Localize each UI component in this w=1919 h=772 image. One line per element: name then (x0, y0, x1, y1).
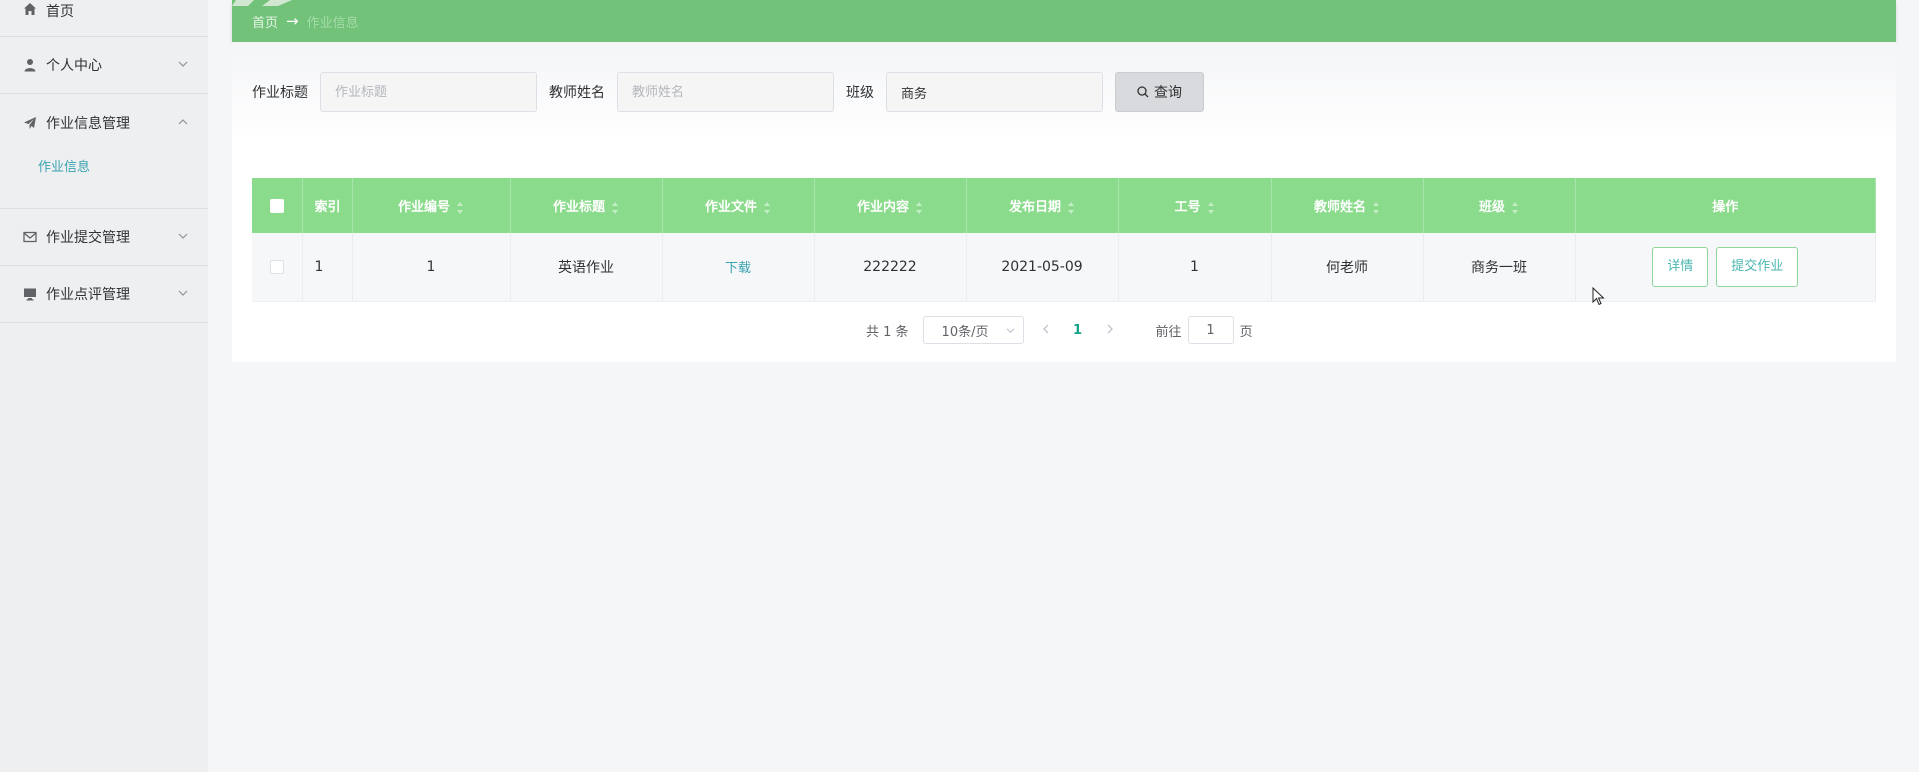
sidebar-item-label: 个人中心 (46, 58, 102, 74)
monitor-icon (22, 286, 38, 302)
next-page-button[interactable] (1096, 323, 1124, 338)
col-index: 索引 (302, 178, 353, 233)
chevron-down-icon (1006, 328, 1015, 334)
sidebar-item-home[interactable]: 首页 (0, 0, 208, 37)
content-panel: 作业标题 教师姓名 班级 查询 索引 作业编号 作业标题 作业文件 作业内容 发… (232, 42, 1896, 362)
goto-suffix: 页 (1239, 324, 1253, 340)
cell-number: 1 (352, 233, 511, 302)
breadcrumb-separator: → (286, 12, 299, 30)
col-number[interactable]: 作业编号 (352, 178, 511, 233)
sidebar-item-homework-info-mgmt[interactable]: 作业信息管理 (0, 94, 208, 151)
sidebar-subitem-homework-info[interactable]: 作业信息 (0, 151, 208, 185)
send-icon (22, 115, 38, 131)
table-header-row: 索引 作业编号 作业标题 作业文件 作业内容 发布日期 工号 教师姓名 班级 操… (252, 178, 1876, 233)
search-bar: 作业标题 教师姓名 班级 查询 (252, 72, 1204, 112)
sidebar-item-label: 作业提交管理 (46, 230, 130, 246)
sidebar-item-profile[interactable]: 个人中心 (0, 37, 208, 94)
cell-staff-id: 1 (1118, 233, 1272, 302)
goto-page-input[interactable] (1187, 316, 1234, 344)
col-staff-id[interactable]: 工号 (1118, 178, 1272, 233)
cell-index: 1 (302, 233, 353, 302)
home-icon (22, 1, 38, 17)
chevron-down-icon (178, 290, 188, 296)
title-label: 作业标题 (252, 85, 308, 101)
breadcrumb-current: 作业信息 (306, 15, 359, 31)
mouse-cursor-icon (1592, 287, 1605, 306)
col-title[interactable]: 作业标题 (510, 178, 663, 233)
submenu: 作业信息 (0, 151, 208, 209)
breadcrumb: 首页 → 作业信息 (232, 0, 1896, 42)
teacher-input[interactable] (617, 72, 834, 112)
class-input[interactable] (886, 72, 1103, 112)
select-all-cell[interactable] (252, 178, 303, 233)
sidebar-item-review-mgmt[interactable]: 作业点评管理 (0, 266, 208, 323)
total-count: 共 1 条 (866, 324, 909, 340)
col-file[interactable]: 作业文件 (662, 178, 815, 233)
sort-icon[interactable] (1067, 201, 1075, 214)
sort-icon[interactable] (915, 201, 923, 214)
col-teacher[interactable]: 教师姓名 (1271, 178, 1424, 233)
chevron-up-icon (178, 118, 188, 124)
search-icon (1137, 86, 1149, 98)
title-input[interactable] (320, 72, 537, 112)
cell-title: 英语作业 (510, 233, 663, 302)
goto-label: 前往 (1155, 324, 1182, 340)
sort-icon[interactable] (611, 201, 619, 214)
table-row: 1 1 英语作业 下载 222222 2021-05-09 1 何老师 商务一班… (252, 233, 1876, 302)
user-icon (22, 57, 38, 73)
cell-actions: 详情 提交作业 (1575, 233, 1876, 302)
sort-icon[interactable] (456, 201, 464, 214)
class-label: 班级 (846, 85, 874, 101)
select-all-checkbox[interactable] (269, 198, 284, 213)
chevron-left-icon (1042, 324, 1049, 333)
query-button[interactable]: 查询 (1115, 72, 1204, 112)
col-class-label: 班级 (1478, 200, 1505, 215)
col-title-label: 作业标题 (552, 200, 605, 215)
sort-icon[interactable] (1372, 201, 1380, 214)
col-staff-id-label: 工号 (1174, 200, 1201, 215)
cell-date: 2021-05-09 (966, 233, 1119, 302)
chevron-down-icon (178, 233, 188, 239)
col-date-label: 发布日期 (1008, 200, 1061, 215)
col-content-label: 作业内容 (856, 200, 909, 215)
mail-icon (22, 229, 38, 245)
sidebar-item-label: 作业信息管理 (46, 115, 130, 132)
sidebar-item-submission-mgmt[interactable]: 作业提交管理 (0, 209, 208, 266)
cell-teacher: 何老师 (1271, 233, 1424, 302)
breadcrumb-home[interactable]: 首页 (252, 12, 278, 31)
page-size-value: 10条/页 (941, 324, 989, 340)
col-number-label: 作业编号 (397, 200, 450, 215)
cell-class: 商务一班 (1423, 233, 1576, 302)
col-teacher-label: 教师姓名 (1313, 200, 1366, 215)
chevron-right-icon (1107, 324, 1113, 333)
col-content[interactable]: 作业内容 (814, 178, 967, 233)
sidebar-item-label: 首页 (46, 4, 74, 20)
col-class[interactable]: 班级 (1423, 178, 1576, 233)
detail-button[interactable]: 详情 (1652, 246, 1709, 287)
page-size-select[interactable]: 10条/页 (922, 316, 1024, 344)
col-actions: 操作 (1575, 178, 1876, 233)
query-button-label: 查询 (1154, 85, 1182, 101)
row-select-cell[interactable] (252, 233, 303, 302)
col-date[interactable]: 发布日期 (966, 178, 1119, 233)
sort-icon[interactable] (1511, 201, 1519, 214)
sidebar: 首页 个人中心 作业信息管理 作业信息 作业提交管理 作业点评管理 (0, 0, 208, 772)
download-link[interactable]: 下载 (725, 261, 751, 276)
cell-content: 222222 (814, 233, 967, 302)
homework-table: 索引 作业编号 作业标题 作业文件 作业内容 发布日期 工号 教师姓名 班级 操… (252, 178, 1876, 302)
chevron-down-icon (178, 61, 188, 67)
col-file-label: 作业文件 (704, 200, 757, 215)
submit-homework-button[interactable]: 提交作业 (1716, 246, 1799, 287)
prev-page-button[interactable] (1032, 323, 1060, 338)
row-checkbox[interactable] (269, 259, 284, 274)
pagination: 共 1 条 10条/页 1 前往 页 (866, 316, 1253, 344)
decorative-notch (232, 0, 292, 6)
sort-icon[interactable] (1207, 201, 1215, 214)
sidebar-item-label: 作业点评管理 (46, 287, 130, 303)
cell-file: 下载 (662, 233, 815, 302)
page-number[interactable]: 1 (1068, 323, 1088, 338)
sort-icon[interactable] (763, 201, 771, 214)
teacher-label: 教师姓名 (549, 85, 605, 101)
